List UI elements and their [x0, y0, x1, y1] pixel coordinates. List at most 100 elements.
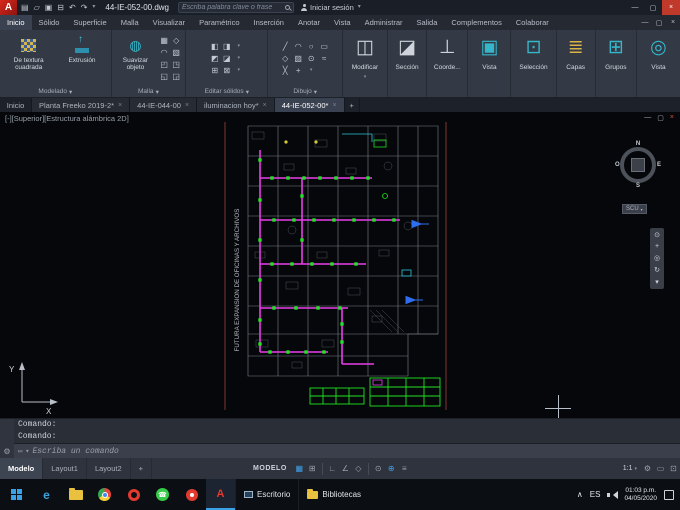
navigation-bar[interactable]: ⊙ + ◎ ↻ ▾ [650, 228, 664, 289]
layout-tab-modelo[interactable]: Modelo [0, 458, 44, 479]
panel-label-modelado[interactable]: Modelado ▾ [0, 86, 111, 97]
mesh-tool-icon[interactable]: ◠ [158, 46, 170, 58]
solid-edit-icon[interactable]: ◪ [221, 52, 233, 64]
mesh-tool-icon[interactable]: ▦ [158, 34, 170, 46]
vista-2-button[interactable]: ◎ Vista [637, 30, 680, 97]
taskbar-opera-icon[interactable] [119, 479, 148, 510]
ribbon-tab-salida[interactable]: Salida [410, 15, 445, 30]
point-tool-icon[interactable]: ╳ [279, 64, 291, 76]
compass-west-label[interactable]: O [615, 162, 620, 168]
customize-icon[interactable]: ⚙ [3, 447, 10, 456]
ribbon-tab-insercion[interactable]: Inserción [247, 15, 291, 30]
taskbar-browser-icon[interactable] [177, 479, 206, 510]
mesh-tool-icon[interactable]: ◇ [170, 34, 182, 46]
ribbon-tab-colaborar[interactable]: Colaborar [509, 15, 556, 30]
seccion-button[interactable]: ◪ Sección [388, 30, 426, 97]
space-indicator[interactable]: MODELO [253, 465, 287, 472]
hatch-tool-icon[interactable]: ▨ [292, 52, 304, 64]
doc-minimize-button[interactable]: — [638, 15, 652, 30]
doc-restore-button[interactable]: ▢ [652, 15, 666, 30]
language-indicator[interactable]: ES [590, 490, 601, 499]
capas-button[interactable]: ≣ Capas [557, 30, 595, 97]
compass-east-label[interactable]: E [657, 162, 661, 168]
vista-button[interactable]: ▣ Vista [468, 30, 510, 97]
grupos-button[interactable]: ⊞ Grupos [596, 30, 636, 97]
flyout-arrow-icon[interactable]: ▾ [233, 40, 245, 52]
navbar-more-icon[interactable]: ▾ [655, 278, 659, 286]
new-file-icon[interactable]: ▤ [20, 0, 30, 15]
sign-in-button[interactable]: Iniciar sesión ▾ [301, 0, 362, 15]
viewport-restore-icon[interactable]: ▢ [657, 114, 664, 122]
viewport-controls-label[interactable]: [-][Superior][Estructura alámbrica 2D] [5, 114, 129, 123]
file-tab-44-ie-044[interactable]: 44-IE-044-00 × [130, 98, 198, 112]
ribbon-tab-administrar[interactable]: Administrar [358, 15, 410, 30]
clean-screen-icon[interactable]: ⊡ [667, 464, 680, 473]
tab-close-icon[interactable]: × [118, 102, 122, 109]
desktop-toolbar[interactable]: Escritorio [235, 479, 298, 510]
lineweight-icon[interactable]: ≡ [398, 464, 411, 473]
solid-edit-icon[interactable]: ⊞ [209, 64, 221, 76]
minimize-button[interactable]: — [626, 0, 644, 15]
ribbon-tab-vista[interactable]: Vista [327, 15, 358, 30]
action-center-icon[interactable] [664, 489, 674, 500]
app-logo-button[interactable]: A [0, 0, 17, 15]
textura-button[interactable]: De textura cuadrada [3, 32, 54, 84]
help-search-input[interactable] [182, 4, 282, 11]
print-icon[interactable]: ⊟ [56, 0, 65, 15]
tab-close-icon[interactable]: × [185, 102, 189, 109]
solid-edit-icon[interactable]: ◧ [209, 40, 221, 52]
undo-icon[interactable]: ↶ [68, 0, 77, 15]
taskbar-explorer-icon[interactable] [61, 479, 90, 510]
file-tab-planta-freeko[interactable]: Planta Freeko 2019-2* × [32, 98, 131, 112]
mesh-tool-icon[interactable]: ◲ [170, 70, 182, 82]
object-snap-tracking-icon[interactable]: ⊙ [372, 464, 385, 473]
mesh-tool-icon[interactable]: ◱ [158, 70, 170, 82]
solid-edit-icon[interactable]: ◨ [221, 40, 233, 52]
grid-icon[interactable]: ▦ [293, 464, 306, 473]
arc-tool-icon[interactable]: ◠ [292, 40, 304, 52]
taskbar-edge-icon[interactable]: e [32, 479, 61, 510]
file-tab-iluminacion[interactable]: iluminacion hoy* × [197, 98, 275, 112]
object-snap-icon[interactable]: ⊕ [385, 464, 398, 473]
save-icon[interactable]: ▣ [44, 0, 54, 15]
snap-icon[interactable]: ⊞ [306, 464, 319, 473]
rectangle-tool-icon[interactable]: ▭ [318, 40, 330, 52]
modificar-button[interactable]: ◫ Modificar ▾ [343, 30, 387, 97]
suavizar-button[interactable]: ◍ Suavizar objeto [115, 32, 156, 84]
flyout-arrow-icon[interactable]: ▾ [233, 52, 245, 64]
taskbar-chrome-icon[interactable] [90, 479, 119, 510]
command-input[interactable] [32, 446, 676, 456]
mesh-tool-icon[interactable]: ▧ [170, 46, 182, 58]
new-layout-button[interactable]: + [131, 458, 153, 479]
doc-close-button[interactable]: × [666, 15, 680, 30]
compass-north-label[interactable]: N [636, 141, 640, 147]
circle-tool-icon[interactable]: ○ [305, 40, 317, 52]
ribbon-tab-malla[interactable]: Malla [114, 15, 146, 30]
tab-close-icon[interactable]: × [332, 102, 336, 109]
steering-wheel-icon[interactable]: ⊙ [654, 231, 660, 239]
flyout-arrow-icon[interactable]: ▾ [233, 64, 245, 76]
isodraft-icon[interactable]: ◇ [352, 464, 365, 473]
settings-gear-icon[interactable]: ⚙ [641, 464, 654, 473]
extrusion-button[interactable]: ↑ Extrusión [56, 32, 107, 84]
solid-edit-icon[interactable]: ◩ [209, 52, 221, 64]
pan-icon[interactable]: + [655, 243, 659, 250]
viewport-close-icon[interactable]: × [670, 114, 674, 122]
tab-close-icon[interactable]: × [263, 102, 267, 109]
ribbon-tab-superficie[interactable]: Superficie [66, 15, 113, 30]
orbit-icon[interactable]: ↻ [654, 266, 660, 274]
spline-tool-icon[interactable]: ≈ [318, 52, 330, 64]
isolate-objects-icon[interactable]: ▭ [654, 464, 667, 473]
start-button[interactable] [0, 479, 32, 510]
compass-south-label[interactable]: S [636, 183, 640, 189]
polar-tracking-icon[interactable]: ∠ [339, 464, 352, 473]
viewcube-top-face[interactable] [631, 158, 645, 172]
layout-tab-layout1[interactable]: Layout1 [43, 458, 87, 479]
taskbar-autocad-icon[interactable]: A [206, 479, 235, 510]
taskbar-clock[interactable]: 01:03 p.m. 04/05/2020 [624, 487, 657, 503]
redo-icon[interactable]: ↷ [80, 0, 89, 15]
ribbon-tab-complementos[interactable]: Complementos [444, 15, 508, 30]
ribbon-tab-visualizar[interactable]: Visualizar [146, 15, 192, 30]
viewport-minimize-icon[interactable]: — [644, 114, 651, 122]
command-input-row[interactable]: ▭ ▾ [14, 443, 680, 458]
